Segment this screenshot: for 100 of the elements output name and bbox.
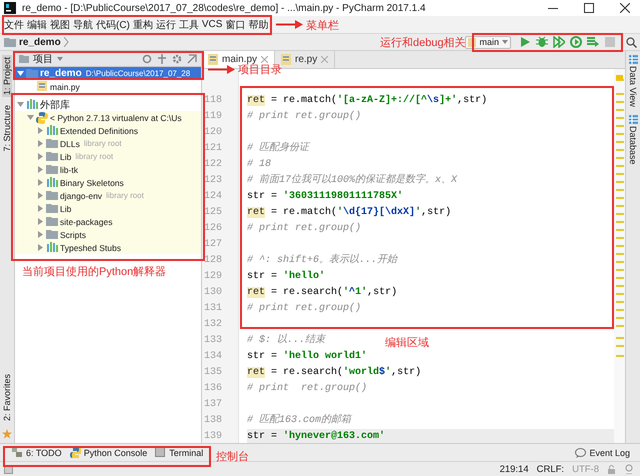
menu-item[interactable]: 工具 (178, 18, 199, 32)
tool-window-button[interactable]: 6: TODO (12, 447, 62, 458)
line-number: 127 (203, 238, 224, 252)
code-line: ret = re.search('world$',str) (247, 367, 422, 378)
run-icon[interactable] (519, 36, 531, 48)
tree-item[interactable]: lib-tk (15, 163, 201, 176)
code-line: # print ret.group() (247, 303, 362, 314)
tree-item[interactable]: Lib (15, 202, 201, 215)
line-number: 126 (203, 222, 224, 236)
tree-item[interactable]: Scripts (15, 228, 201, 241)
tool-window-button[interactable]: Python Console (70, 447, 148, 458)
event-log-button[interactable]: Event Log (575, 448, 630, 458)
tree-item[interactable]: Typeshed Stubs (15, 241, 201, 254)
line-number: 125 (203, 206, 224, 220)
bug-icon[interactable] (536, 36, 548, 48)
line-number: 124 (203, 190, 224, 204)
line-number: 138 (203, 414, 224, 428)
code-line: # 18 (247, 159, 272, 170)
line-number: 131 (203, 302, 224, 316)
python-file-icon (36, 80, 48, 92)
annotation-label: 编辑区域 (385, 336, 429, 350)
tree-item[interactable]: < Python 2.7.13 virtualenv at C:\Us (15, 111, 201, 124)
tree-item[interactable]: 外部库 (15, 98, 201, 111)
tool-window-tab[interactable]: Data View (628, 55, 638, 107)
code-line: # print ret.group() (247, 383, 368, 394)
menu-item[interactable]: 导航 (73, 18, 93, 32)
code-line: # 匹配163.com的邮箱 (247, 415, 352, 426)
annotation-label: 菜单栏 (306, 19, 339, 33)
line-number: 129 (203, 270, 224, 284)
line-number: 130 (203, 286, 224, 300)
lock-icon[interactable] (607, 464, 616, 474)
line-number: 118 (203, 94, 224, 108)
tree-item[interactable]: site-packages (15, 215, 201, 228)
code-line: str = 'hynever@163.com' (247, 431, 386, 442)
annotation-label: 当前项目使用的Python解释器 (22, 265, 166, 279)
code-line: # $: 以...结束 (247, 335, 326, 346)
tree-item[interactable]: main.py (15, 80, 201, 93)
line-number: 119 (203, 110, 224, 124)
python-file-icon (281, 54, 292, 65)
menu-item[interactable]: 编辑 (27, 18, 47, 32)
menu-item[interactable]: VCS (202, 19, 222, 30)
menu-item[interactable]: 代码(C) (96, 18, 130, 32)
annotation-label: 运行和debug相关 (380, 36, 466, 50)
tree-item[interactable]: Extended Definitions (15, 124, 201, 137)
terminal-icon (155, 447, 166, 458)
code-line: ret = re.search('^1',str) (247, 287, 398, 298)
code-line: str = 'hello' (247, 271, 326, 282)
line-number: 136 (203, 382, 224, 396)
chevron-icon (64, 37, 69, 47)
close-icon[interactable] (620, 3, 630, 13)
library-icon (46, 242, 58, 254)
menu-item[interactable]: 帮助 (248, 18, 268, 32)
tree-item[interactable]: DLLs library root (15, 137, 201, 150)
expanded-arrow-icon[interactable] (17, 70, 24, 77)
panel-title-dropdown[interactable]: 项目 (19, 52, 119, 66)
window-title: re_demo - [D:\PublicCourse\2017_07_28\codes\re_demo] - ...\main.py - PyCharm 2017.1.4 (22, 2, 426, 14)
code-line: # print ret.group() (247, 223, 362, 234)
menu-item[interactable]: 窗口 (225, 18, 246, 32)
tool-window-tab[interactable]: 1: Project (2, 55, 12, 98)
tree-item[interactable]: django-env library root (15, 189, 201, 202)
maximize-icon[interactable] (584, 3, 594, 13)
line-separator[interactable]: CRLF: (536, 464, 564, 474)
collapse-icon[interactable] (157, 54, 167, 64)
menu-item[interactable]: 文件 (4, 18, 24, 32)
profile-icon[interactable] (570, 36, 582, 48)
line-number: 137 (203, 398, 224, 412)
line-number: 120 (203, 126, 224, 140)
hide-icon[interactable] (187, 54, 197, 64)
code-line: # 前面17位我可以100%的保证都是数字。x、X (247, 175, 458, 186)
line-number: 121 (203, 142, 224, 156)
tool-window-tab[interactable]: 2: Favorites (2, 372, 12, 423)
menu-item[interactable]: 重构 (132, 18, 153, 32)
code-line: ret = re.match('\d{17}[\dxX]',str) (247, 207, 452, 218)
concurrency-icon[interactable] (587, 36, 599, 48)
code-line: str = '36031119801111785X' (247, 191, 404, 202)
tool-window-tab[interactable]: Database (628, 114, 638, 164)
gear-icon[interactable] (172, 54, 182, 64)
code-line: # print ret.group() (247, 111, 362, 122)
line-number: 135 (203, 366, 224, 380)
run-configuration-dropdown[interactable]: main (465, 36, 511, 48)
tree-item[interactable]: Lib library root (15, 150, 201, 163)
table-icon (628, 114, 638, 124)
coverage-icon[interactable] (553, 36, 565, 48)
star-icon (2, 429, 12, 439)
menu-item[interactable]: 视图 (50, 18, 70, 32)
line-number: 134 (203, 350, 224, 364)
tool-window-tab[interactable]: 7: Structure (2, 103, 12, 154)
search-icon[interactable] (626, 36, 637, 48)
breadcrumb[interactable]: re_demo (4, 36, 69, 48)
library-icon (26, 98, 38, 110)
python-file-icon (208, 54, 218, 65)
sync-icon[interactable] (142, 54, 152, 64)
tree-item[interactable]: Binary Skeletons (15, 176, 201, 189)
menu-item[interactable]: 运行 (156, 18, 176, 32)
python-logo-icon (70, 447, 81, 458)
tool-window-button[interactable]: Terminal (155, 447, 204, 458)
caret-icon (502, 40, 508, 44)
cursor-position[interactable]: 219:14 (500, 464, 529, 474)
todo-icon (12, 447, 23, 458)
line-number: 139 (203, 430, 224, 444)
